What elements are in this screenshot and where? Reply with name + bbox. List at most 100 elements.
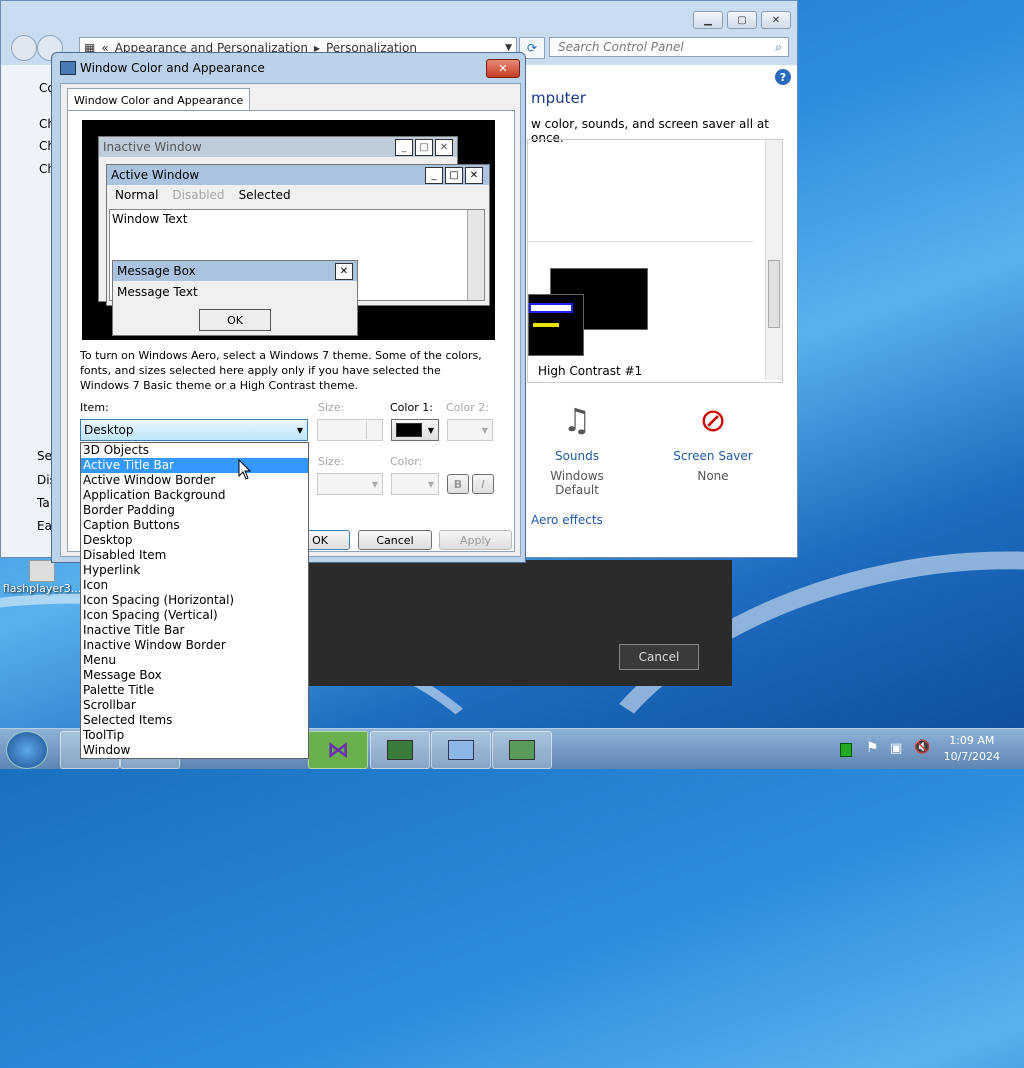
preview-message-text: Message Text xyxy=(117,285,198,299)
left-pane-text: Se xyxy=(37,449,52,463)
search-icon[interactable]: ⌕ xyxy=(775,40,782,55)
left-pane-text[interactable]: Ta xyxy=(37,496,50,510)
font-size-label: Size: xyxy=(318,455,345,468)
help-icon[interactable]: ? xyxy=(775,69,791,85)
dropdown-option[interactable]: Disabled Item xyxy=(81,548,308,563)
clock[interactable]: 1:09 AM 10/7/2024 xyxy=(944,733,1000,765)
close-icon: ✕ xyxy=(465,167,483,184)
screensaver-label[interactable]: Screen Saver xyxy=(663,449,763,463)
chevron-down-icon: ▼ xyxy=(427,479,434,489)
dialog-close-button[interactable]: ✕ xyxy=(486,59,520,78)
font-size-select: ▼ xyxy=(317,473,383,495)
dialog-icon xyxy=(60,61,76,75)
tab-window-color[interactable]: Window Color and Appearance xyxy=(67,88,251,111)
preview-menu-disabled: Disabled xyxy=(172,188,225,202)
color1-picker[interactable]: ▼ xyxy=(391,419,439,441)
dropdown-option[interactable]: Window xyxy=(81,743,308,758)
theme-label[interactable]: High Contrast #1 xyxy=(538,364,642,378)
dropdown-option[interactable]: Active Title Bar xyxy=(81,458,308,473)
cancel-button[interactable]: Cancel xyxy=(358,530,432,550)
taskbar-item-control-panel[interactable] xyxy=(431,731,491,769)
desktop-icon-label: flashplayer3... xyxy=(2,582,82,595)
back-button[interactable] xyxy=(11,35,37,61)
font-color-picker: ▼ xyxy=(391,473,439,495)
taskbar-item-monitor[interactable] xyxy=(370,731,430,769)
maximize-button[interactable]: ▢ xyxy=(727,11,757,29)
screensaver-item[interactable]: ⊘ Screen Saver None xyxy=(663,401,763,483)
preview-active-title: Active Window _ □ ✕ xyxy=(107,165,489,185)
minimize-icon: _ xyxy=(425,167,443,184)
preview-window-text: Window Text xyxy=(112,212,188,226)
item-select[interactable]: Desktop ▼ xyxy=(80,419,308,441)
close-icon: ✕ xyxy=(335,263,353,280)
dropdown-option[interactable]: Scrollbar xyxy=(81,698,308,713)
scroll-thumb[interactable] xyxy=(768,260,780,328)
preview-message-box: Message Box ✕ Message Text OK xyxy=(112,260,358,336)
color1-swatch xyxy=(396,423,422,437)
dropdown-option[interactable]: Active Window Border xyxy=(81,473,308,488)
sounds-item[interactable]: ♫ Sounds Windows Default xyxy=(527,401,627,497)
preview-scrollbar xyxy=(467,210,484,300)
color2-picker: ▼ xyxy=(447,419,493,441)
apply-button: Apply xyxy=(439,530,512,550)
left-pane: Co Ch Ch Ch Se Dis Ta Ea xyxy=(1,65,56,557)
taskbar-item-visual-studio[interactable]: ⋈ xyxy=(308,731,368,769)
gallery-scrollbar[interactable] xyxy=(765,140,782,380)
dropdown-option[interactable]: ToolTip xyxy=(81,728,308,743)
screensaver-icon: ⊘ xyxy=(699,401,727,439)
dropdown-option[interactable]: Application Background xyxy=(81,488,308,503)
start-button[interactable] xyxy=(6,731,48,769)
dropdown-option[interactable]: Icon Spacing (Vertical) xyxy=(81,608,308,623)
network-tray-icon[interactable] xyxy=(840,743,852,757)
close-button[interactable]: ✕ xyxy=(761,11,791,29)
dropdown-option[interactable]: Border Padding xyxy=(81,503,308,518)
item-label: Item: xyxy=(80,401,109,414)
installer-icon xyxy=(29,560,55,582)
dropdown-option[interactable]: Menu xyxy=(81,653,308,668)
dropdown-option[interactable]: Inactive Window Border xyxy=(81,638,308,653)
left-pane-text[interactable]: Ea xyxy=(37,519,52,533)
volume-muted-icon[interactable]: 🔇 xyxy=(914,740,930,755)
gallery-divider xyxy=(528,241,754,242)
search-input[interactable]: Search Control Panel ⌕ xyxy=(549,37,789,57)
dropdown-option[interactable]: 3D Objects xyxy=(81,443,308,458)
dropdown-option[interactable]: Icon xyxy=(81,578,308,593)
size-spinner xyxy=(317,419,383,441)
dropdown-option[interactable]: Desktop xyxy=(81,533,308,548)
minimize-icon: _ xyxy=(395,139,413,156)
italic-button: I xyxy=(472,474,494,494)
display-tray-icon[interactable]: ▣ xyxy=(890,741,902,756)
dropdown-option[interactable]: Hyperlink xyxy=(81,563,308,578)
high-contrast-theme[interactable] xyxy=(528,266,648,358)
preview-inactive-title-text: Inactive Window xyxy=(103,140,202,154)
desktop-icon-flashplayer[interactable]: flashplayer3... xyxy=(2,560,82,595)
sounds-icon: ♫ xyxy=(562,401,592,439)
dropdown-option[interactable]: Message Box xyxy=(81,668,308,683)
bold-button: B xyxy=(447,474,469,494)
monitor-icon xyxy=(387,740,413,760)
flag-tray-icon[interactable]: ⚑ xyxy=(866,740,879,756)
minimize-button[interactable]: ▁ xyxy=(693,11,723,29)
size-label: Size: xyxy=(318,401,345,414)
visual-studio-icon: ⋈ xyxy=(327,737,349,763)
background-cancel-button[interactable]: Cancel xyxy=(619,644,699,670)
dropdown-option[interactable]: Palette Title xyxy=(81,683,308,698)
aero-effects-link[interactable]: Aero effects xyxy=(531,513,603,527)
theme-preview-bar xyxy=(533,323,559,327)
item-select-value: Desktop xyxy=(84,423,134,437)
color1-label: Color 1: xyxy=(390,401,433,414)
clock-date: 10/7/2024 xyxy=(943,750,1000,763)
font-color-label: Color: xyxy=(390,455,423,468)
sounds-label[interactable]: Sounds xyxy=(527,449,627,463)
dropdown-option[interactable]: Icon Spacing (Horizontal) xyxy=(81,593,308,608)
dropdown-option[interactable]: Inactive Title Bar xyxy=(81,623,308,638)
maximize-icon: □ xyxy=(415,139,433,156)
dropdown-option[interactable]: Selected Items xyxy=(81,713,308,728)
chevron-down-icon: ▼ xyxy=(371,479,378,489)
maximize-icon: □ xyxy=(445,167,463,184)
preview-message-title: Message Box ✕ xyxy=(113,261,357,281)
dropdown-option[interactable]: Caption Buttons xyxy=(81,518,308,533)
dialog-title: Window Color and Appearance xyxy=(80,61,265,75)
taskbar-item-display[interactable] xyxy=(492,731,552,769)
preview-menu-selected: Selected xyxy=(238,188,291,202)
